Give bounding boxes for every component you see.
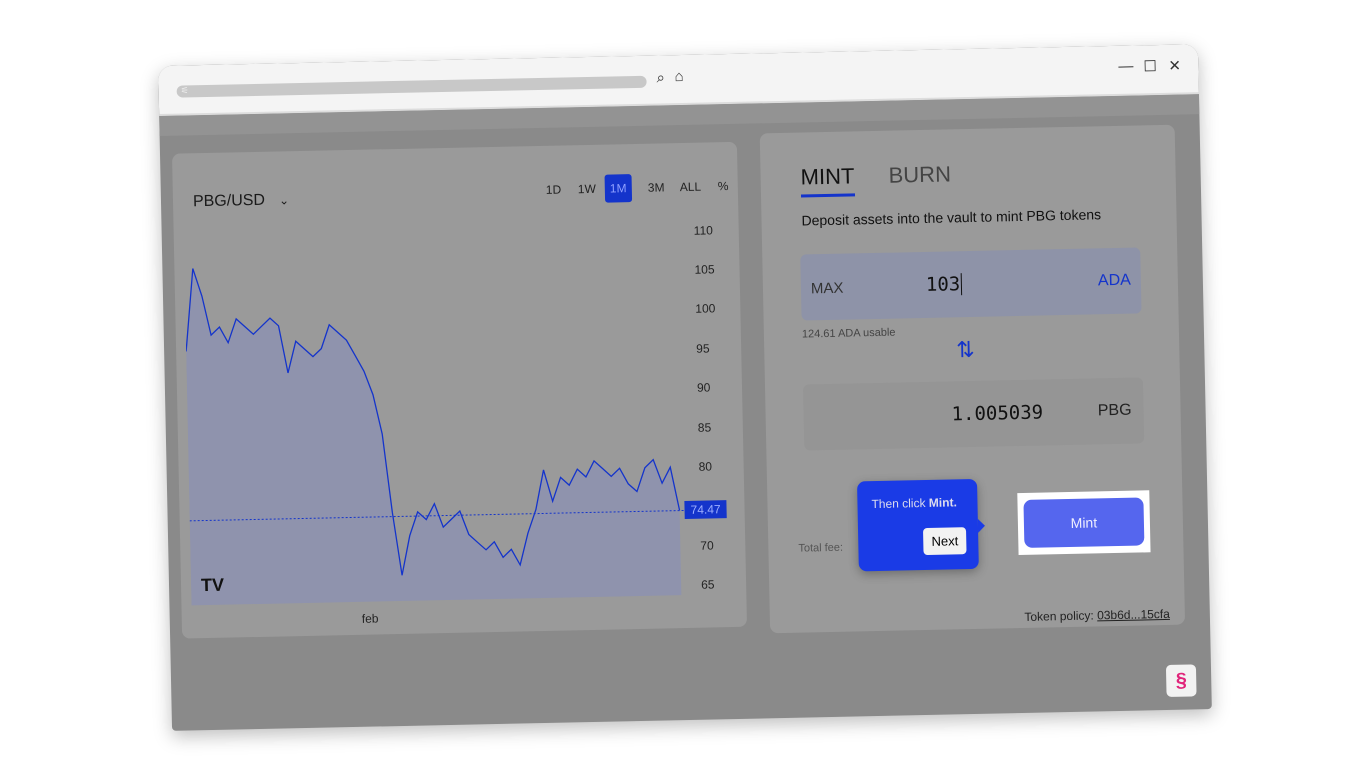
token-policy-link[interactable]: 03b6d...15cfa bbox=[1097, 607, 1170, 623]
minimize-button[interactable]: — bbox=[1118, 58, 1133, 75]
y-tick-label: 110 bbox=[693, 223, 713, 238]
range-1d[interactable]: 1D bbox=[541, 175, 567, 204]
y-tick-label: 70 bbox=[700, 538, 714, 553]
pair-label: PBG/USD bbox=[192, 191, 266, 211]
price-chart-card: PBG/USD ⌄ 1D 1W 1M 3M ALL % 110 105 100 95 90… bbox=[171, 141, 748, 639]
description: Deposit assets into the vault to mint PB… bbox=[801, 206, 1102, 229]
y-tick-label: 95 bbox=[696, 341, 710, 356]
tour-tooltip: Then click Mint. Next bbox=[857, 478, 986, 572]
address-bar[interactable]: ⚟ bbox=[176, 75, 647, 98]
total-fee-label: Total fee: bbox=[798, 541, 844, 555]
token-policy-label: Token policy: bbox=[1024, 608, 1094, 624]
mint-card: MINT BURN Deposit assets into the vault … bbox=[759, 124, 1186, 634]
range-percent[interactable]: % bbox=[713, 172, 734, 200]
y-tick-label: 80 bbox=[698, 459, 713, 474]
price-plot[interactable] bbox=[183, 205, 691, 615]
swap-arrows-icon[interactable]: ⇅ bbox=[956, 337, 975, 363]
range-all[interactable]: ALL bbox=[675, 173, 707, 202]
search-icon[interactable]: ⌕ bbox=[656, 69, 665, 86]
sliders-icon: ⚟ bbox=[180, 85, 189, 96]
last-price-label: 74.47 bbox=[684, 500, 727, 520]
y-tick-label: 85 bbox=[697, 420, 712, 435]
browser-window: ⚟ ⌕ ⌂ — ☐ ✕ PBG/USD ⌄ 1D 1W 1M 3M ALL % 1… bbox=[158, 44, 1212, 731]
max-button[interactable]: MAX bbox=[811, 280, 844, 298]
amount-value[interactable]: 103 bbox=[925, 273, 963, 296]
tab-mint[interactable]: MINT bbox=[800, 163, 855, 198]
tab-burn[interactable]: BURN bbox=[888, 161, 951, 188]
range-1m[interactable]: 1M bbox=[604, 174, 632, 203]
range-1w[interactable]: 1W bbox=[573, 175, 602, 204]
maximize-button[interactable]: ☐ bbox=[1143, 57, 1157, 75]
app-logo-icon[interactable]: § bbox=[1165, 664, 1197, 697]
pair-selector[interactable]: PBG/USD ⌄ bbox=[193, 191, 289, 211]
tooltip-text-bold: Mint. bbox=[928, 495, 957, 510]
y-tick-label: 90 bbox=[696, 380, 711, 395]
tooltip-text-prefix: Then click bbox=[871, 495, 929, 512]
y-tick-label: 105 bbox=[694, 262, 715, 277]
mint-highlight: Mint bbox=[1017, 490, 1151, 556]
usable-balance: 124.61 ADA usable bbox=[801, 326, 896, 341]
token-policy: Token policy: 03b6d...15cfa bbox=[1024, 607, 1170, 624]
y-tick-label: 65 bbox=[700, 577, 715, 592]
deposit-input[interactable]: MAX 103 ADA bbox=[800, 247, 1142, 321]
output-value: 1.005039 bbox=[951, 401, 1044, 426]
tooltip-text: Then click Mint. bbox=[871, 495, 957, 511]
input-unit: ADA bbox=[1097, 271, 1132, 290]
price-area bbox=[186, 268, 682, 606]
tradingview-logo: TV bbox=[200, 574, 225, 596]
home-icon[interactable]: ⌂ bbox=[674, 68, 683, 85]
close-button[interactable]: ✕ bbox=[1168, 57, 1181, 75]
chevron-down-icon: ⌄ bbox=[278, 193, 290, 208]
output-field: 1.005039 PBG bbox=[802, 377, 1145, 451]
x-tick-label: feb bbox=[361, 611, 379, 626]
output-unit: PBG bbox=[1097, 401, 1132, 420]
y-tick-label: 100 bbox=[695, 301, 716, 317]
mint-button[interactable]: Mint bbox=[1023, 497, 1145, 548]
next-button[interactable]: Next bbox=[923, 527, 967, 556]
range-3m[interactable]: 3M bbox=[643, 173, 670, 202]
